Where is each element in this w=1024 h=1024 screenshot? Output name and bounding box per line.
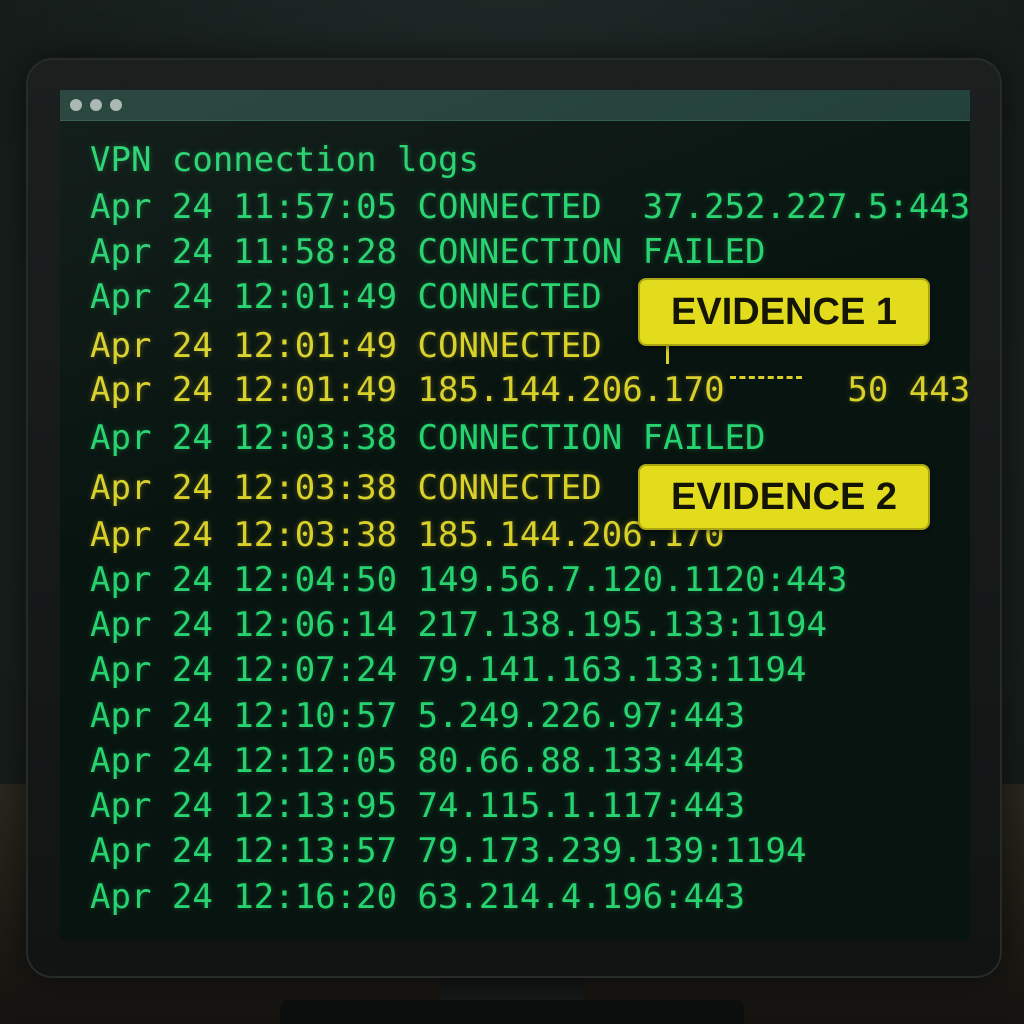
log-line-highlighted: Apr 24 12:03:38 CONNECTED: [90, 468, 602, 508]
window-dot-icon[interactable]: [90, 99, 102, 111]
log-line: Apr 24 12:04:50 149.56.7.120.1120:443: [90, 560, 848, 600]
log-line: Apr 24 12:07:24 79.141.163.133:1194: [90, 650, 807, 690]
monitor-stand-base: [280, 1000, 744, 1024]
log-line: Apr 24 12:10:57 5.249.226.97:443: [90, 696, 746, 736]
terminal-heading: VPN connection logs: [90, 140, 479, 180]
log-line: Apr 24 12:13:57 79.173.239.139:1194: [90, 831, 807, 871]
log-line-highlighted: Apr 24 12:03:38 185.144.206.170: [90, 515, 725, 555]
terminal-window[interactable]: VPN connection logs Apr 24 11:57:05 CONN…: [60, 90, 970, 940]
window-dot-icon[interactable]: [70, 99, 82, 111]
log-line: Apr 24 12:12:05 80.66.88.133:443: [90, 741, 746, 781]
log-line: Apr 24 12:03:38 CONNECTION FAILED: [90, 418, 766, 458]
log-line: Apr 24 11:57:05 CONNECTED 37.252.227.5:4…: [90, 187, 970, 227]
terminal-titlebar[interactable]: [60, 90, 970, 121]
log-line: Apr 24 12:06:14 217.138.195.133:1194: [90, 605, 827, 645]
log-line: Apr 24 11:58:28 CONNECTION FAILED: [90, 232, 766, 272]
evidence-1-label: EVIDENCE 1: [638, 278, 930, 346]
log-line-highlighted: Apr 24 12:01:49 CONNECTED: [90, 326, 602, 366]
redaction-dashes: [730, 376, 802, 379]
log-line: Apr 24 12:16:20 63.214.4.196:443: [90, 877, 746, 917]
log-line: Apr 24 12:13:95 74.115.1.117:443: [90, 786, 746, 826]
log-line: Apr 24 12:01:49 CONNECTED: [90, 277, 602, 317]
log-line-highlighted: Apr 24 12:01:49 185.144.206.170 50 443: [90, 370, 970, 410]
window-dot-icon[interactable]: [110, 99, 122, 111]
evidence-2-label: EVIDENCE 2: [638, 464, 930, 530]
